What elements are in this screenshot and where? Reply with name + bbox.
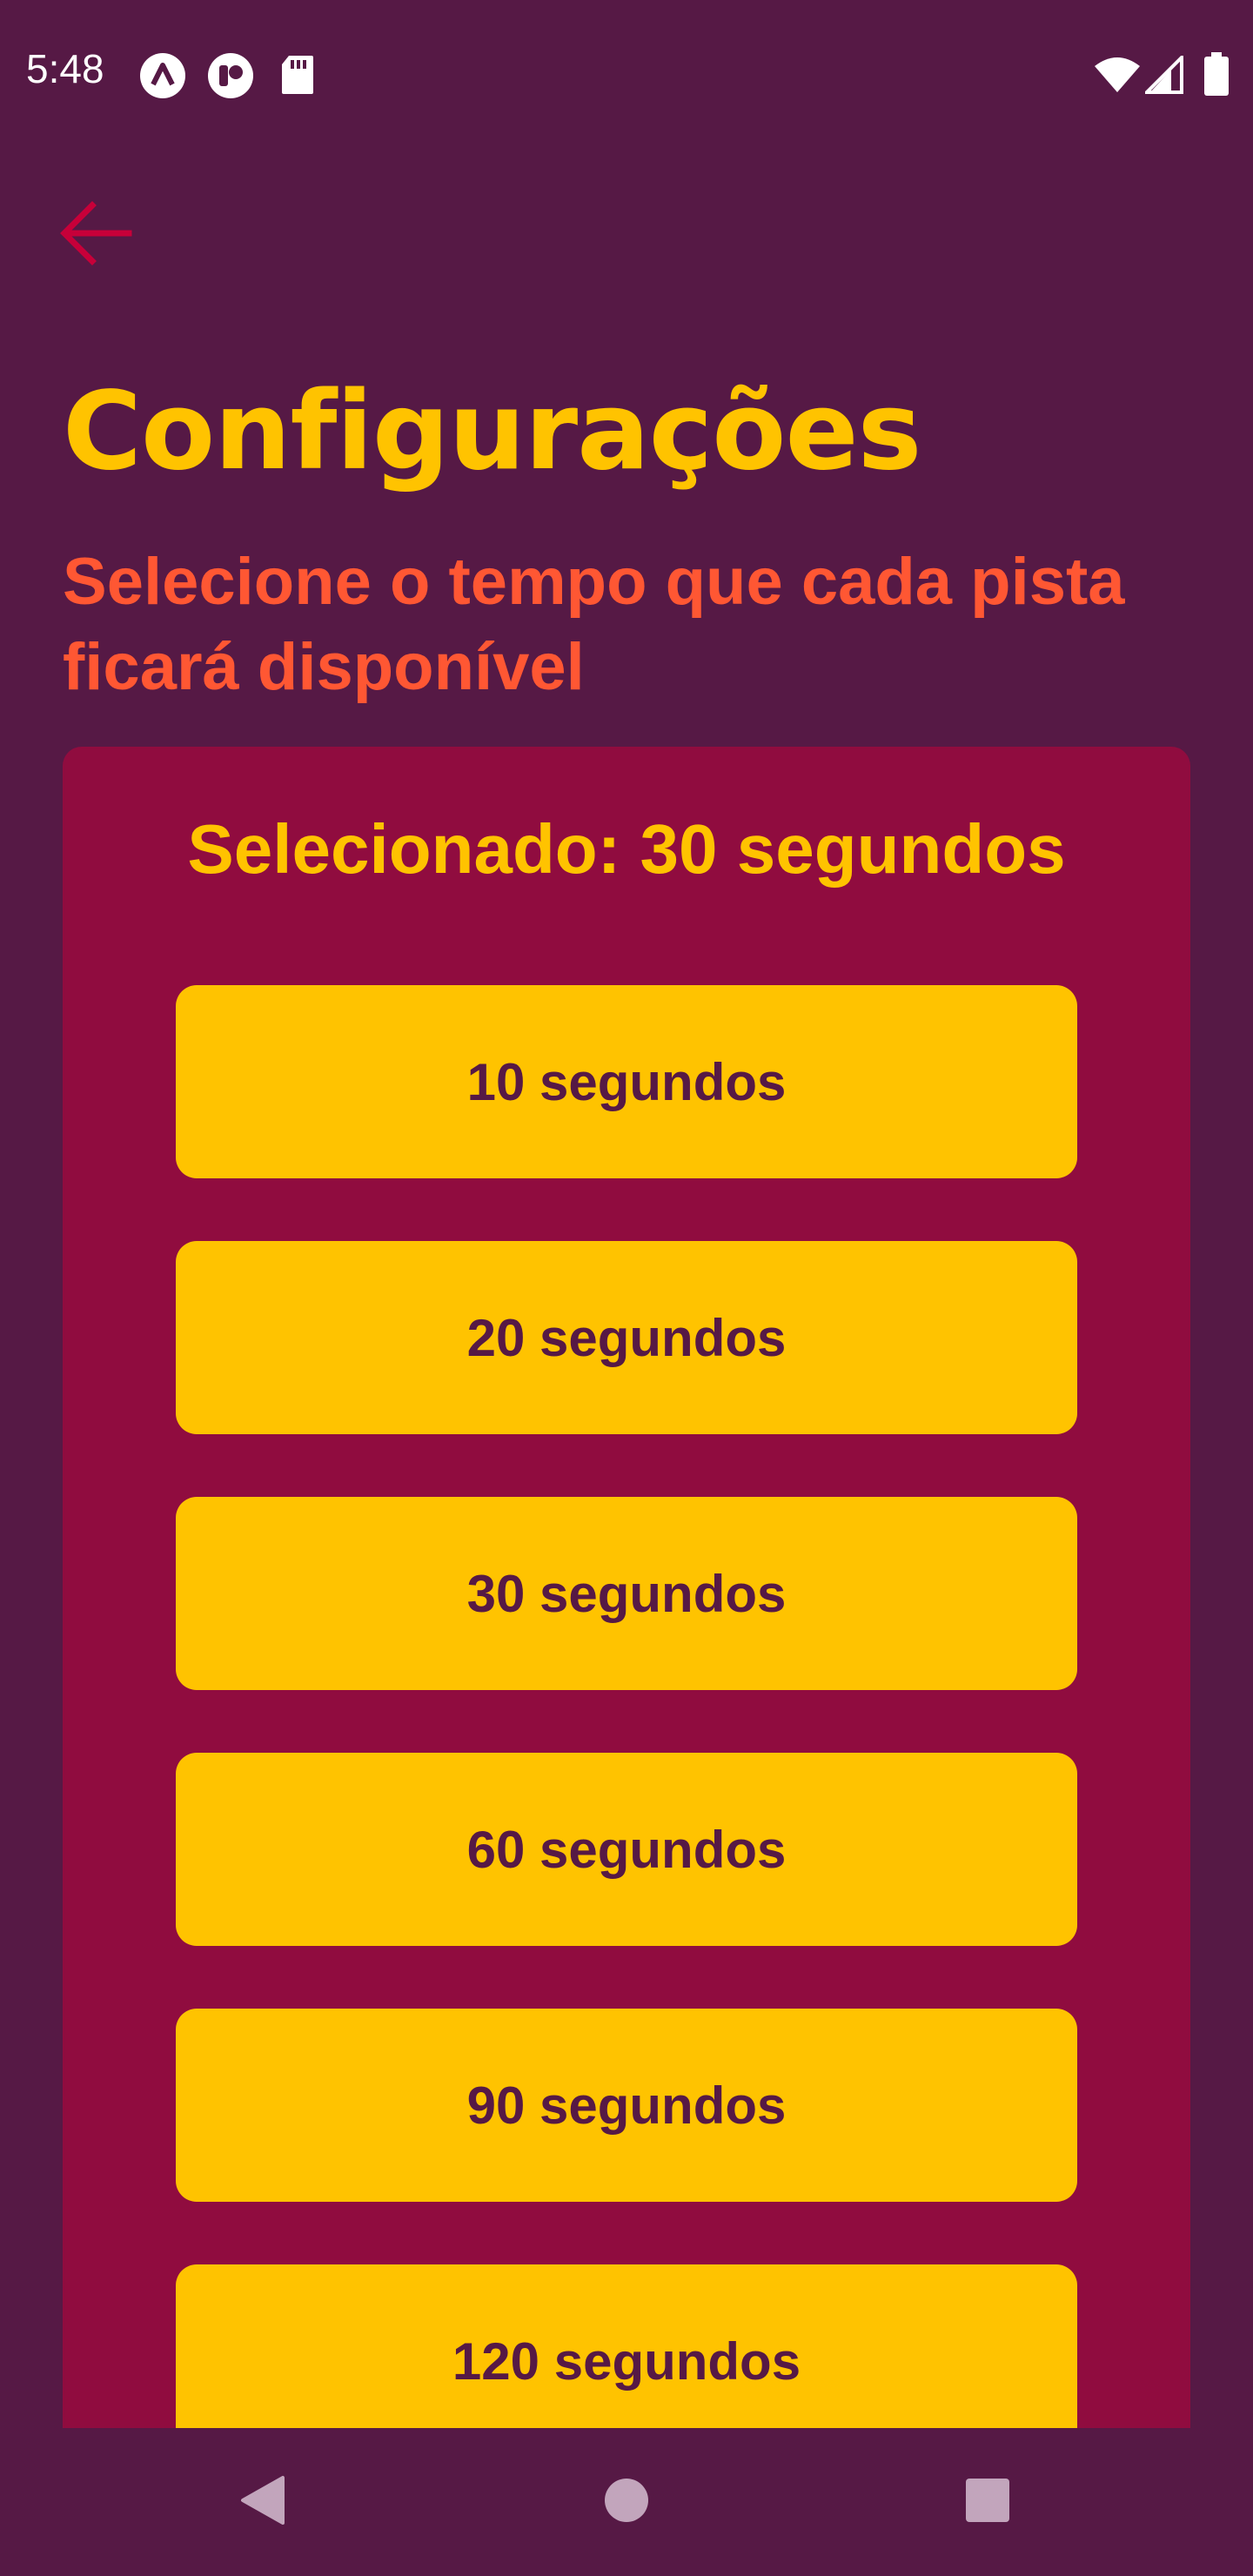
- system-nav-bar: [0, 2428, 1253, 2576]
- option-90-seconds-button[interactable]: 90 segundos: [176, 2009, 1077, 2202]
- arrow-left-icon: [59, 200, 132, 271]
- option-10-seconds-button[interactable]: 10 segundos: [176, 985, 1077, 1178]
- circle-home-icon: [603, 2477, 650, 2528]
- battery-icon: [1204, 52, 1229, 100]
- back-button[interactable]: [52, 191, 139, 278]
- selected-time-label: Selecionado: 30 segundos: [187, 810, 1066, 888]
- time-option-list: 10 segundos 20 segundos 30 segundos 60 s…: [176, 985, 1077, 2428]
- time-settings-card: Selecionado: 30 segundos 10 segundos 20 …: [63, 747, 1190, 2428]
- wifi-icon: [1093, 56, 1142, 98]
- option-30-seconds-button[interactable]: 30 segundos: [176, 1497, 1077, 1690]
- nav-back-button[interactable]: [223, 2463, 301, 2541]
- a-logo-icon: [139, 52, 186, 104]
- nav-recents-button[interactable]: [948, 2463, 1027, 2541]
- page-subtitle: Selecione o tempo que cada pista ficará …: [63, 545, 1125, 704]
- option-20-seconds-button[interactable]: 20 segundos: [176, 1241, 1077, 1434]
- page-title: Configurações: [63, 369, 921, 494]
- nav-home-button[interactable]: [587, 2463, 666, 2541]
- status-bar: 5:48: [0, 0, 1253, 148]
- option-60-seconds-button[interactable]: 60 segundos: [176, 1753, 1077, 1946]
- triangle-back-icon: [238, 2474, 286, 2531]
- circle-app-icon: [207, 52, 254, 104]
- cell-signal-icon: [1142, 53, 1183, 98]
- status-time: 5:48: [26, 46, 104, 91]
- square-recents-icon: [964, 2477, 1011, 2528]
- option-120-seconds-button[interactable]: 120 segundos: [176, 2264, 1077, 2428]
- sd-card-icon: [280, 54, 315, 100]
